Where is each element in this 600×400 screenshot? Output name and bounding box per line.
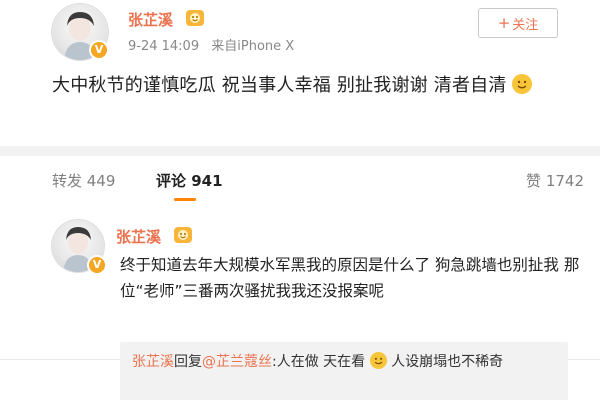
active-tab-indicator	[174, 198, 196, 201]
sub-reply-body-end: 人设崩塌也不稀奇	[386, 354, 504, 370]
tab-repost[interactable]: 转发 449	[52, 170, 115, 191]
sub-reply-author[interactable]: 张芷溪	[132, 354, 174, 370]
smile-emoji-icon	[369, 352, 387, 369]
post-source: 来自iPhone X	[211, 39, 295, 54]
tab-comment[interactable]: 评论 941	[156, 170, 223, 191]
comment-username[interactable]: 张芷溪	[116, 226, 161, 247]
post-meta: 9-24 14:09 来自iPhone X	[128, 35, 302, 54]
comment-text: 终于知道去年大规模水军黑我的原因是什么了 狗急跳墙也别扯我 那位“老师”三番两次…	[120, 256, 580, 300]
verified-badge-icon: V	[89, 257, 105, 273]
sub-reply-box[interactable]: 张芷溪回复@芷兰蔻丝:人在做 天在看 人设崩塌也不稀奇	[120, 342, 568, 400]
sub-reply-action: 回复	[174, 354, 202, 370]
post-text: 大中秋节的谨慎吃瓜 祝当事人幸福 别扯我谢谢 清者自清	[52, 70, 572, 101]
sub-reply-body: :人在做 天在看	[272, 354, 366, 370]
section-divider	[0, 146, 600, 156]
post-body: 大中秋节的谨慎吃瓜 祝当事人幸福 别扯我谢谢 清者自清	[52, 75, 507, 96]
post-time: 9-24 14:09	[128, 39, 200, 54]
sub-reply-text: 张芷溪回复@芷兰蔻丝:人在做 天在看 人设崩塌也不稀奇	[132, 350, 558, 374]
follow-label: 关注	[512, 17, 539, 33]
verified-badge-icon: V	[91, 42, 107, 58]
fan-badge-icon	[186, 10, 204, 26]
plus-icon: +	[497, 14, 511, 32]
tab-like[interactable]: 赞 1742	[526, 170, 584, 191]
post-tabs: 转发 449 评论 941 赞 1742	[0, 156, 600, 360]
post-username[interactable]: 张芷溪	[128, 9, 173, 30]
follow-button[interactable]: + 关注	[478, 8, 558, 38]
smile-emoji-icon	[512, 74, 533, 94]
fan-badge-icon	[174, 227, 192, 243]
weibo-post: V 张芷溪 9-24 14:09 来自iPhone X + 关注 大中秋节的谨慎…	[0, 0, 600, 146]
sub-reply-mention[interactable]: @芷兰蔻丝	[202, 354, 272, 370]
